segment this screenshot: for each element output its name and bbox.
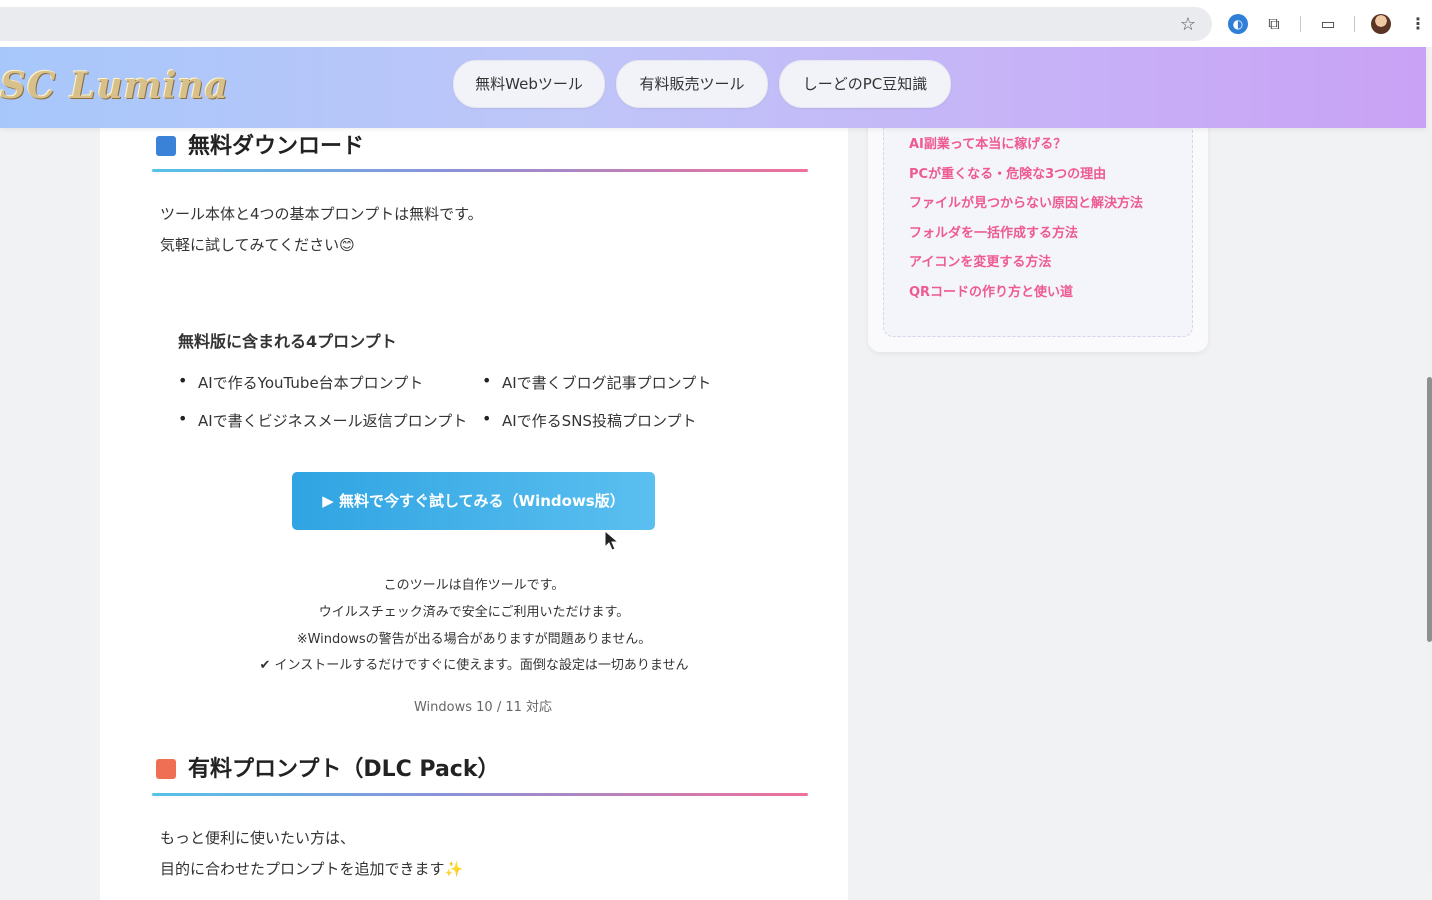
free-download-button[interactable]: ▶ 無料で今すぐ試してみる（Windows版） [292,472,655,530]
orange-square-icon [156,759,176,779]
scrollbar-thumb[interactable] [1427,377,1432,642]
note-line: ※Windowsの警告が出る場合がありますが問題ありません。 [296,632,652,647]
toolbar-divider [1354,16,1355,32]
prompts-subheading: 無料版に含まれる4プロンプト [178,332,397,351]
sidebar-card: AI副業って本当に稼げる？ PCが重くなる・危険な3つの理由 ファイルが見つから… [868,100,1208,352]
list-item: AIで書くビジネスメール返信プロンプト [178,409,467,431]
address-bar[interactable]: ☆ [0,7,1212,41]
site-header: SC Lumina 無料Webツール 有料販売ツール しーどのPC豆知識 [0,47,1426,128]
note-line: ✔ インストールするだけですぐに使えます。面倒な設定は一切ありません [259,658,689,673]
site-logo[interactable]: SC Lumina [0,65,229,107]
puzzle-icon[interactable]: ⧉ [1264,14,1284,34]
note-line: このツールは自作ツールです。 [383,578,565,593]
nav-paid-tools[interactable]: 有料販売ツール [616,60,768,108]
free-intro-line2: 気軽に試してみてください😊 [160,236,355,254]
main-content-card: 無料ダウンロード ツール本体と4つの基本プロンプトは無料です。 気軽に試してみて… [100,100,848,900]
sidebar-link[interactable]: QRコードの作り方と使い道 [909,281,1073,300]
blue-square-icon [156,136,176,156]
free-download-heading-text: 無料ダウンロード [188,134,365,159]
os-support-note: Windows 10 / 11 対応 [413,700,553,715]
toolbar-divider [1300,16,1301,32]
paid-intro-line2: 目的に合わせたプロンプトを追加できます✨ [160,860,464,878]
sidebar-link[interactable]: AI副業って本当に稼げる？ [909,133,1066,152]
sidebar-link[interactable]: ファイルが見つからない原因と解決方法 [909,192,1143,211]
list-item: AIで作るYouTube台本プロンプト [178,371,423,393]
free-intro-line1: ツール本体と4つの基本プロンプトは無料です。 [160,205,483,223]
nav-free-web-tools[interactable]: 無料Webツール [453,60,605,108]
note-line: ウイルスチェック済みで安全にご利用いただけます。 [318,605,630,620]
media-icon[interactable]: ▭ [1318,14,1338,34]
star-icon[interactable]: ☆ [1180,14,1196,35]
list-item: AIで作るSNS投稿プロンプト [482,409,696,431]
paid-intro-line1: もっと便利に使いたい方は、 [160,829,356,847]
heading-underline [152,793,808,796]
list-item: AIで書くブログ記事プロンプト [482,371,711,393]
sidebar-link-list: AI副業って本当に稼げる？ PCが重くなる・危険な3つの理由 ファイルが見つから… [883,100,1193,337]
free-download-heading: 無料ダウンロード [156,128,364,160]
sidebar-link[interactable]: アイコンを変更する方法 [909,251,1051,270]
browser-toolbar: ☆ ◐ ⧉ ▭ ⋮ [0,0,1432,47]
paid-prompts-heading-text: 有料プロンプト（DLC Pack） [188,757,500,782]
menu-icon[interactable]: ⋮ [1408,14,1428,34]
paid-prompts-heading: 有料プロンプト（DLC Pack） [156,751,499,783]
sidebar-link[interactable]: フォルダを一括作成する方法 [909,222,1078,241]
heading-underline [152,169,808,172]
profile-icon[interactable] [1371,14,1391,34]
globe-icon[interactable]: ◐ [1228,14,1248,34]
nav-pc-tips[interactable]: しーどのPC豆知識 [779,60,951,108]
mouse-cursor-icon [604,530,620,551]
sidebar-link[interactable]: PCが重くなる・危険な3つの理由 [909,163,1106,182]
